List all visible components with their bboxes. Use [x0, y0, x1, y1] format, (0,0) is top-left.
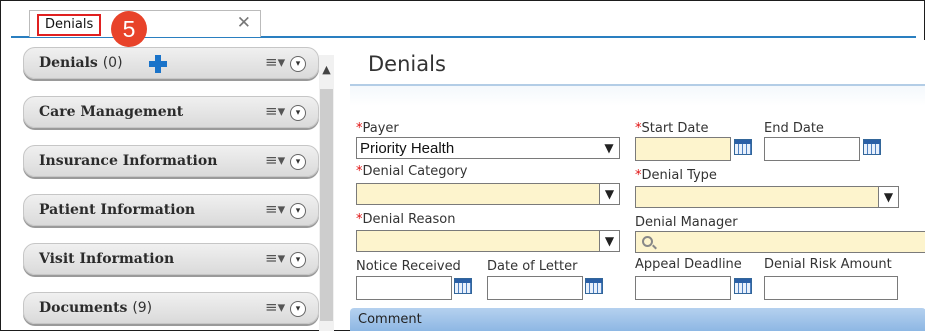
notice-received-input[interactable]	[356, 276, 452, 300]
denials-form: Denials *Payer Priority Health ▼ *Start …	[350, 40, 925, 331]
appeal-deadline-input[interactable]	[635, 276, 731, 300]
panel-title: Visit Information	[39, 251, 175, 267]
calendar-icon[interactable]	[734, 139, 752, 155]
tab-strip: Denials ✕	[11, 8, 916, 38]
add-denial-icon[interactable]	[149, 55, 167, 73]
panel-title: Patient Information	[39, 202, 196, 218]
calendar-icon[interactable]	[734, 278, 752, 294]
panel-title: Care Management	[39, 104, 184, 120]
chevron-down-icon[interactable]: ▼	[599, 231, 619, 251]
chevron-down-icon[interactable]: ▾	[290, 105, 306, 121]
left-scrollbar[interactable]: ▲	[319, 55, 334, 331]
denial-reason-select[interactable]: ▼	[356, 230, 620, 252]
panel-insurance-information[interactable]: Insurance Information ≡▾ ▾	[23, 145, 319, 177]
chevron-down-icon[interactable]: ▾	[290, 252, 306, 268]
calendar-icon[interactable]	[585, 278, 603, 294]
panel-count: (9)	[132, 300, 153, 316]
date-of-letter-input[interactable]	[487, 276, 583, 300]
calendar-icon[interactable]	[863, 139, 881, 155]
denial-category-label: *Denial Category	[356, 164, 468, 179]
scroll-thumb[interactable]	[320, 89, 333, 321]
denial-reason-label: *Denial Reason	[356, 212, 456, 227]
chevron-down-icon[interactable]: ▾	[290, 301, 306, 317]
chevron-down-icon[interactable]: ▾	[290, 56, 306, 72]
tab-label[interactable]: Denials	[37, 14, 102, 36]
denial-risk-amount-label: Denial Risk Amount	[764, 257, 892, 272]
chevron-down-icon[interactable]: ▼	[599, 138, 619, 158]
denial-risk-amount-input[interactable]	[764, 276, 898, 300]
start-date-label: *Start Date	[635, 121, 709, 136]
chevron-down-icon[interactable]: ▾	[290, 154, 306, 170]
step-number-badge: 5	[111, 11, 147, 47]
denial-type-select[interactable]: ▼	[635, 186, 899, 208]
appeal-deadline-label: Appeal Deadline	[635, 257, 742, 272]
payer-value: Priority Health	[360, 140, 455, 157]
denial-category-select[interactable]: ▼	[356, 183, 620, 205]
close-icon[interactable]: ✕	[237, 13, 251, 33]
panel-count: (0)	[102, 55, 123, 71]
end-date-label: End Date	[764, 121, 824, 136]
panel-patient-information[interactable]: Patient Information ≡▾ ▾	[23, 194, 319, 226]
search-icon[interactable]	[642, 236, 653, 247]
menu-icon[interactable]: ≡▾	[265, 102, 285, 120]
panel-title: Insurance Information	[39, 153, 218, 169]
panel-care-management[interactable]: Care Management ≡▾ ▾	[23, 96, 319, 128]
denial-type-label: *Denial Type	[635, 168, 717, 183]
comment-section-header[interactable]: Comment	[350, 308, 925, 331]
calendar-icon[interactable]	[454, 278, 472, 294]
date-of-letter-label: Date of Letter	[487, 259, 578, 274]
chevron-down-icon[interactable]: ▼	[599, 184, 619, 204]
panel-documents[interactable]: Documents (9) ≡▾ ▾	[23, 292, 319, 324]
end-date-input[interactable]	[764, 137, 860, 161]
comment-label: Comment	[358, 312, 422, 327]
app-window: Denials ✕ 5 Denials (0) ≡▾ ▾ Care Manage…	[0, 0, 925, 331]
notice-received-label: Notice Received	[356, 259, 461, 274]
payer-select[interactable]: Priority Health ▼	[356, 137, 620, 159]
chevron-down-icon[interactable]: ▼	[878, 187, 898, 207]
start-date-input[interactable]	[635, 137, 731, 161]
panel-denials[interactable]: Denials (0) ≡▾ ▾	[23, 47, 319, 79]
menu-icon[interactable]: ≡▾	[265, 53, 285, 71]
page-title: Denials	[368, 52, 446, 76]
chevron-down-icon[interactable]: ▾	[290, 203, 306, 219]
panel-visit-information[interactable]: Visit Information ≡▾ ▾	[23, 243, 319, 275]
denial-manager-input[interactable]	[635, 231, 925, 253]
payer-label: *Payer	[356, 121, 399, 136]
menu-icon[interactable]: ≡▾	[265, 298, 285, 316]
header-band	[350, 86, 925, 106]
menu-icon[interactable]: ≡▾	[265, 151, 285, 169]
scroll-up-arrow-icon[interactable]: ▲	[319, 63, 334, 77]
menu-icon[interactable]: ≡▾	[265, 200, 285, 218]
panel-title: Denials (0)	[39, 55, 123, 71]
menu-icon[interactable]: ≡▾	[265, 249, 285, 267]
panel-title: Documents (9)	[39, 300, 153, 316]
denial-manager-label: Denial Manager	[635, 215, 738, 230]
